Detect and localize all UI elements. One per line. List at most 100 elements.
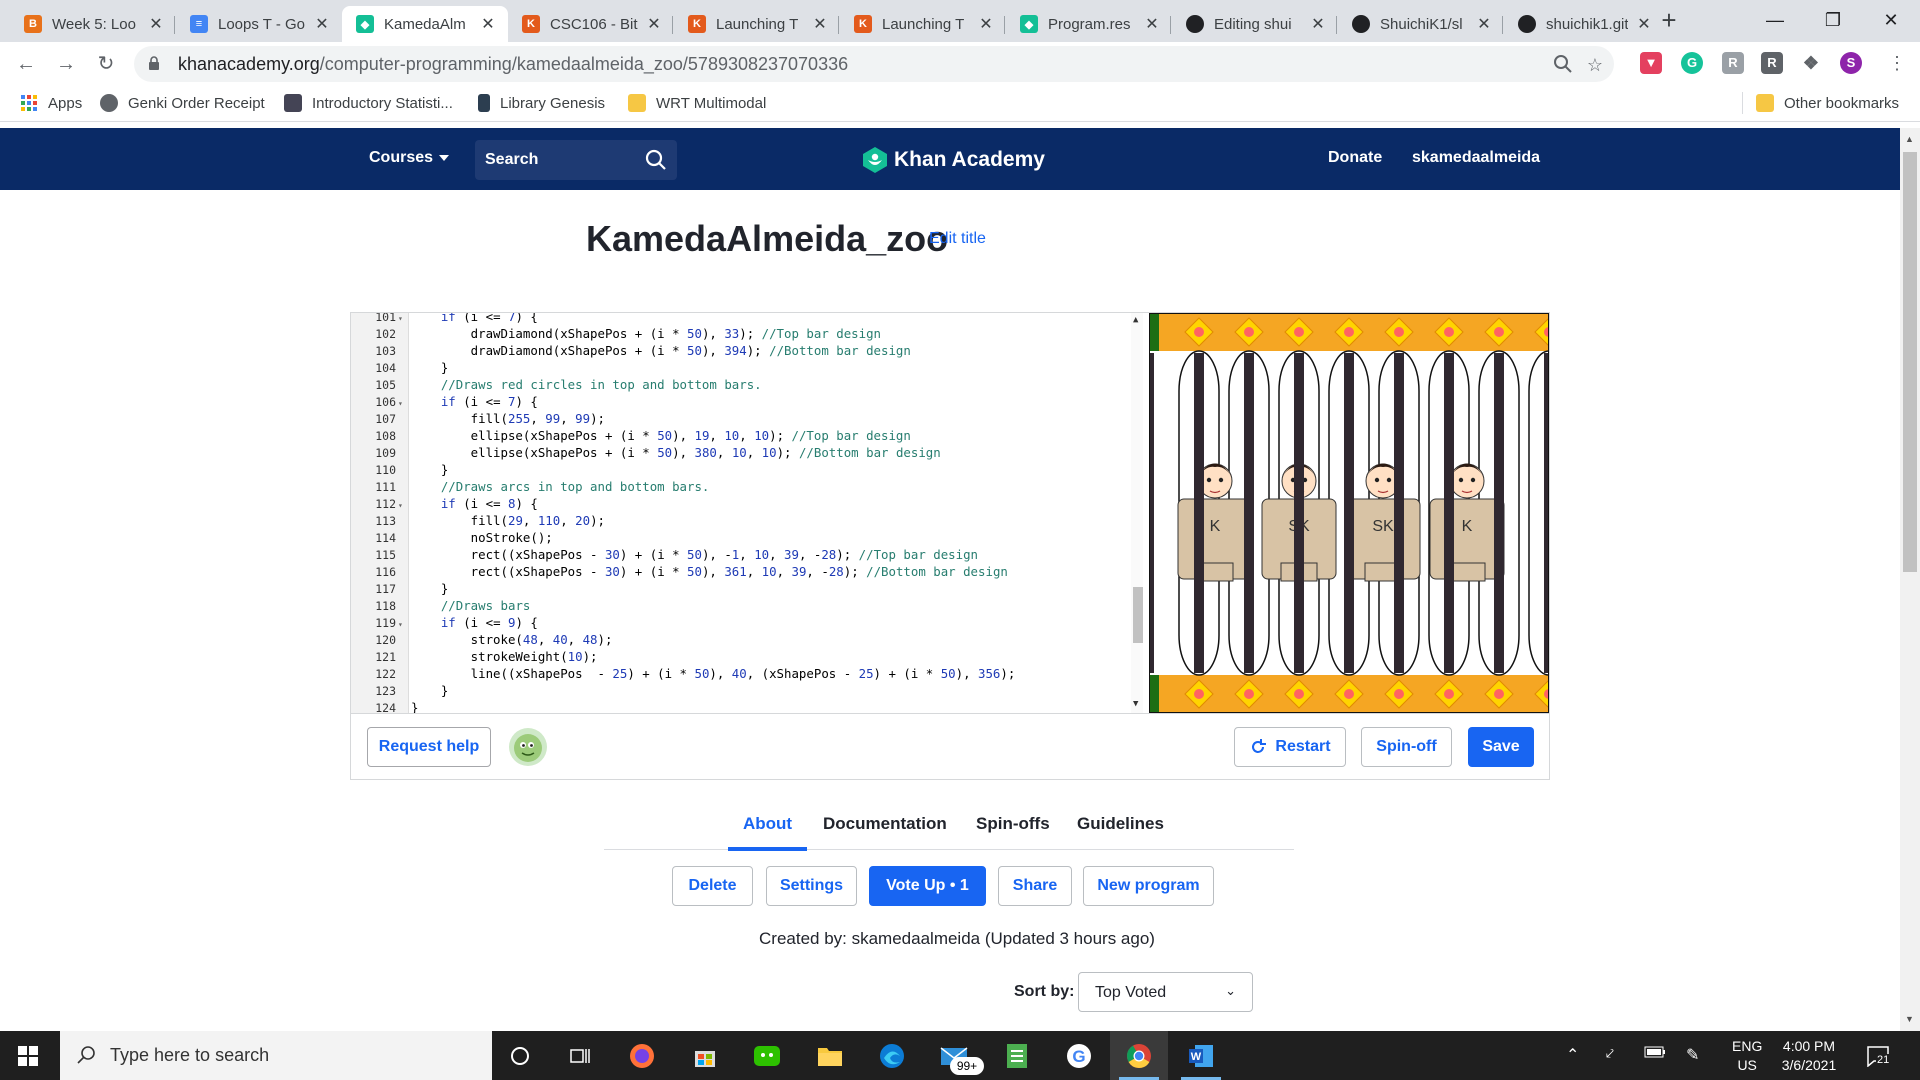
request-help-button[interactable]: Request help	[367, 727, 491, 767]
close-tab-icon[interactable]: ✕	[146, 14, 166, 34]
courses-menu[interactable]: Courses	[369, 149, 450, 167]
code-line[interactable]: 121 strokeWeight(10);	[351, 648, 1143, 665]
bookmark-wrt-multimodal[interactable]: WRT Multimodal	[628, 94, 766, 112]
code-line[interactable]: 113 fill(29, 110, 20);	[351, 512, 1143, 529]
close-tab-icon[interactable]: ✕	[312, 14, 332, 34]
task-view-icon[interactable]	[563, 1039, 597, 1073]
battery-icon[interactable]	[1644, 1045, 1666, 1064]
back-icon[interactable]: ←	[12, 50, 40, 78]
taskbar-search[interactable]: Type here to search	[60, 1031, 492, 1080]
code-line[interactable]: 114 noStroke();	[351, 529, 1143, 546]
code-line[interactable]: 117 }	[351, 580, 1143, 597]
spin-off-button[interactable]: Spin-off	[1361, 727, 1452, 767]
khan-academy-logo[interactable]: Khan Academy	[862, 146, 1045, 174]
google-icon[interactable]: G	[1062, 1039, 1096, 1073]
code-line[interactable]: 122 line((xShapePos - 25) + (i * 50), 40…	[351, 665, 1143, 682]
code-line[interactable]: 118 //Draws bars	[351, 597, 1143, 614]
close-tab-icon[interactable]: ✕	[1142, 14, 1162, 34]
donate-link[interactable]: Donate	[1328, 149, 1382, 167]
chrome-menu-icon[interactable]: ⋮	[1886, 52, 1908, 74]
search-box[interactable]: Search	[475, 140, 677, 180]
notification-center[interactable]: 21	[1866, 1045, 1891, 1072]
code-scroll-thumb[interactable]	[1133, 587, 1143, 643]
system-clock[interactable]: 4:00 PM 3/6/2021	[1764, 1037, 1854, 1075]
close-tab-icon[interactable]: ✕	[478, 14, 498, 34]
firefox-icon[interactable]	[625, 1039, 659, 1073]
code-line[interactable]: 124}	[351, 699, 1143, 713]
tab-about[interactable]: About	[727, 814, 808, 851]
delete-button[interactable]: Delete	[672, 866, 753, 906]
extension-icon[interactable]: R	[1722, 52, 1744, 74]
sort-select[interactable]: Top Voted ⌄	[1078, 972, 1253, 1012]
browser-tab[interactable]: Editing shui ✕	[1172, 6, 1338, 42]
maximize-button[interactable]: ❐	[1804, 0, 1862, 40]
input-language[interactable]: ENG US	[1732, 1037, 1762, 1075]
code-line[interactable]: 110 }	[351, 461, 1143, 478]
code-line[interactable]: 119 ▾ if (i <= 9) {	[351, 614, 1143, 631]
page-scrollbar[interactable]: ▲ ▼	[1900, 128, 1920, 1031]
bookmark-genki[interactable]: Genki Order Receipt	[100, 94, 265, 112]
address-bar[interactable]: khanacademy.org/computer-programming/kam…	[134, 46, 1614, 82]
vote-up-button[interactable]: Vote Up • 1	[869, 866, 986, 906]
code-line[interactable]: 107 fill(255, 99, 99);	[351, 410, 1143, 427]
code-line[interactable]: 105 //Draws red circles in top and botto…	[351, 376, 1143, 393]
new-program-button[interactable]: New program	[1083, 866, 1214, 906]
scroll-up-icon[interactable]: ▲	[1133, 315, 1138, 325]
settings-button[interactable]: Settings	[766, 866, 857, 906]
close-tab-icon[interactable]: ✕	[644, 14, 664, 34]
browser-tab[interactable]: K Launching T ✕	[840, 6, 1006, 42]
browser-tab[interactable]: ShuichiK1/sl ✕	[1338, 6, 1504, 42]
user-menu[interactable]: skamedaalmeida	[1412, 149, 1540, 167]
browser-tab[interactable]: ≡ Loops T - Go ✕	[176, 6, 342, 42]
code-line[interactable]: 104 }	[351, 359, 1143, 376]
notes-app-icon[interactable]	[1000, 1039, 1034, 1073]
close-tab-icon[interactable]: ✕	[1308, 14, 1328, 34]
code-scrollbar[interactable]: ▲ ▼	[1131, 313, 1143, 713]
close-tab-icon[interactable]: ✕	[1474, 14, 1494, 34]
share-button[interactable]: Share	[998, 866, 1072, 906]
zoom-search-icon[interactable]	[1552, 53, 1574, 75]
scroll-up-icon[interactable]: ▲	[1905, 134, 1914, 144]
scroll-down-icon[interactable]: ▼	[1905, 1014, 1914, 1024]
code-line[interactable]: 120 stroke(48, 40, 48);	[351, 631, 1143, 648]
close-tab-icon[interactable]: ✕	[810, 14, 830, 34]
browser-tab[interactable]: ◆ KamedaAlm ✕	[342, 6, 508, 42]
chrome-icon[interactable]	[1122, 1039, 1156, 1073]
wifi-icon[interactable]: ⤦	[1606, 1045, 1614, 1062]
edit-title-link[interactable]: Edit title	[929, 230, 986, 248]
cortana-icon[interactable]	[503, 1039, 537, 1073]
code-line[interactable]: 115 rect((xShapePos - 30) + (i * 50), -1…	[351, 546, 1143, 563]
scroll-down-icon[interactable]: ▼	[1133, 699, 1138, 709]
scroll-thumb[interactable]	[1903, 152, 1917, 572]
tab-spin-offs[interactable]: Spin-offs	[976, 814, 1050, 834]
browser-tab[interactable]: ◆ Program.res ✕	[1006, 6, 1172, 42]
code-line[interactable]: 123 }	[351, 682, 1143, 699]
code-line[interactable]: 101 ▾ if (i <= 7) {	[351, 313, 1143, 325]
grammarly-extension-icon[interactable]: G	[1681, 52, 1703, 74]
forward-icon[interactable]: →	[52, 50, 80, 78]
browser-tab[interactable]: shuichik1.git ✕	[1504, 6, 1664, 42]
reload-icon[interactable]: ↻	[92, 50, 120, 78]
wechat-icon[interactable]	[750, 1039, 784, 1073]
code-line[interactable]: 112 ▾ if (i <= 8) {	[351, 495, 1143, 512]
tab-guidelines[interactable]: Guidelines	[1077, 814, 1164, 834]
code-line[interactable]: 111 //Draws arcs in top and bottom bars.	[351, 478, 1143, 495]
file-explorer-icon[interactable]	[813, 1039, 847, 1073]
code-line[interactable]: 102 drawDiamond(xShapePos + (i * 50), 33…	[351, 325, 1143, 342]
close-tab-icon[interactable]: ✕	[1634, 14, 1654, 34]
bookmark-library-genesis[interactable]: Library Genesis	[478, 94, 605, 112]
new-tab-button[interactable]: +	[1655, 6, 1683, 34]
code-line[interactable]: 103 drawDiamond(xShapePos + (i * 50), 39…	[351, 342, 1143, 359]
edge-icon[interactable]	[875, 1039, 909, 1073]
microsoft-store-icon[interactable]	[688, 1039, 722, 1073]
pen-icon[interactable]: ✎	[1686, 1045, 1699, 1065]
code-editor[interactable]: 101 ▾ if (i <= 7) {102 drawDiamond(xShape…	[351, 313, 1143, 713]
code-line[interactable]: 109 ellipse(xShapePos + (i * 50), 380, 1…	[351, 444, 1143, 461]
bookmark-other[interactable]: Other bookmarks	[1756, 94, 1899, 112]
bookmark-apps[interactable]: Apps	[20, 94, 82, 112]
browser-tab[interactable]: K CSC106 - Bit ✕	[508, 6, 674, 42]
windows-start-icon[interactable]	[18, 1046, 38, 1066]
restart-button[interactable]: Restart	[1234, 727, 1346, 767]
word-icon[interactable]: W	[1184, 1039, 1218, 1073]
minimize-button[interactable]: —	[1746, 0, 1804, 40]
